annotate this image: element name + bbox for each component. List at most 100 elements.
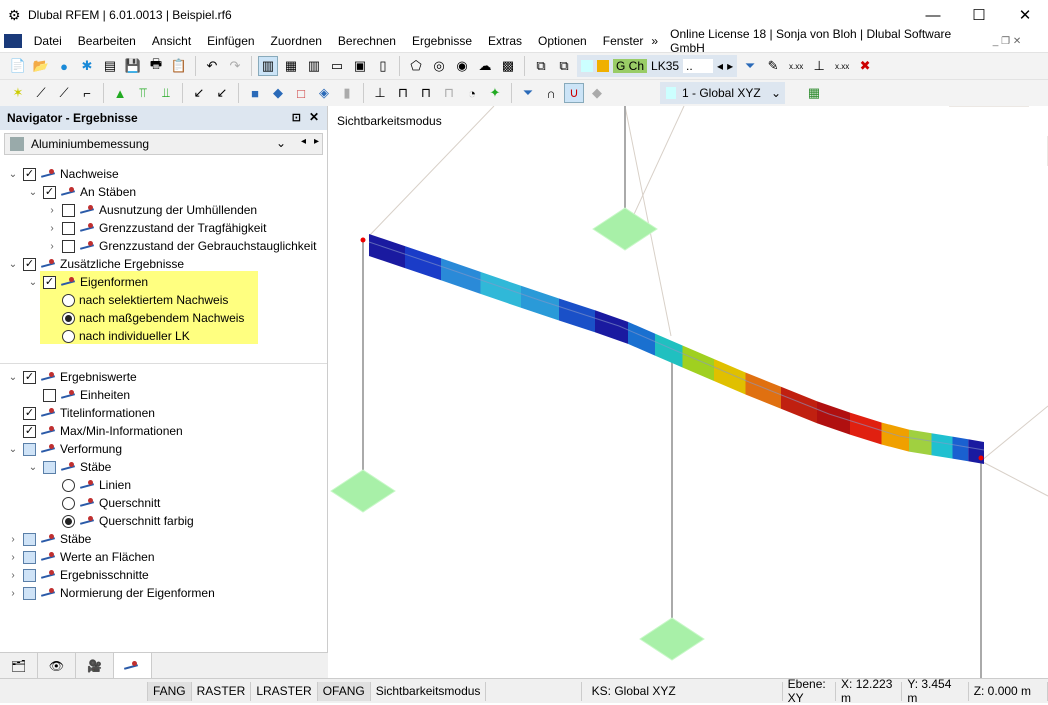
expand-toggle-icon[interactable]: ⌄ — [7, 169, 19, 180]
checkbox[interactable] — [23, 586, 36, 600]
tree-item[interactable]: ⌄ ✓ An Stäben — [27, 183, 136, 201]
surface-support-icon[interactable]: ⫫ — [156, 83, 176, 103]
prev-load-case-button[interactable]: ◂ — [717, 59, 723, 73]
lasso-icon[interactable]: ☁ — [475, 56, 495, 76]
result-prev-icon[interactable]: ⧉ — [531, 56, 551, 76]
tree-item[interactable]: › Werte an Flächen — [7, 548, 154, 566]
menu-ergebnisse[interactable]: Ergebnisse — [404, 34, 480, 48]
new-member-icon[interactable]: ⟋ — [54, 83, 74, 103]
navigator-toggle-icon[interactable]: ▥ — [258, 56, 278, 76]
tree-item[interactable]: ✓ Max/Min-Informationen — [7, 422, 183, 440]
new-polyline-icon[interactable]: ⌐ — [77, 83, 97, 103]
menu-overflow[interactable]: » — [651, 34, 662, 48]
tree-item[interactable]: Linien — [46, 476, 131, 494]
nodal-support-icon[interactable]: ▲ — [110, 83, 130, 103]
snap-icon[interactable]: ✦ — [485, 83, 505, 103]
save-icon[interactable]: 💾 — [123, 56, 143, 76]
calculator-icon[interactable]: ▦ — [804, 83, 824, 103]
menu-extras[interactable]: Extras — [480, 34, 530, 48]
radio-button[interactable] — [62, 293, 75, 307]
expand-toggle-icon[interactable]: ⌄ — [7, 372, 19, 383]
expand-toggle-icon[interactable]: ⌄ — [27, 187, 39, 198]
tree-item[interactable]: › Stäbe — [7, 530, 91, 548]
values-icon[interactable]: x.xx — [786, 56, 806, 76]
script-icon[interactable]: ▣ — [350, 56, 370, 76]
radio-button[interactable] — [62, 329, 75, 343]
tab-results-icon[interactable] — [114, 653, 152, 679]
select-circle-icon[interactable]: ◎ — [429, 56, 449, 76]
radio-button[interactable] — [62, 311, 75, 325]
tab-display-icon[interactable]: 👁 — [38, 653, 76, 679]
opening-icon[interactable]: ◆ — [268, 83, 288, 103]
line-set-icon[interactable]: ⊓ — [416, 83, 436, 103]
radio-button[interactable] — [62, 478, 75, 492]
menu-berechnen[interactable]: Berechnen — [330, 34, 404, 48]
new-node-icon[interactable]: ✶ — [8, 83, 28, 103]
expand-toggle-icon[interactable]: › — [7, 588, 19, 599]
values-off-icon[interactable]: x.xx — [832, 56, 852, 76]
nodal-load-icon[interactable]: ↙ — [189, 83, 209, 103]
solid-icon[interactable]: ■ — [245, 83, 265, 103]
load-case-dropdown[interactable]: .. — [683, 59, 714, 73]
console-icon[interactable]: ▭ — [327, 56, 347, 76]
menu-zuordnen[interactable]: Zuordnen — [263, 34, 330, 48]
status-toggle-sichtbarkeitsmodus[interactable]: Sichtbarkeitsmodus — [371, 681, 487, 701]
mode-shape-icon[interactable]: ∪ — [564, 83, 584, 103]
view-select[interactable]: 1 - Global XYZ ⌄ — [660, 82, 785, 104]
tree-item[interactable]: ⌄ ✓ Nachweise — [7, 165, 119, 183]
print-icon[interactable]: 🖶 — [146, 56, 166, 76]
line-support-icon[interactable]: ⫪ — [133, 83, 153, 103]
status-toggle-fang[interactable]: FANG — [147, 681, 192, 701]
menu-einfügen[interactable]: Einfügen — [199, 34, 262, 48]
close-button[interactable]: ✕ — [1002, 0, 1048, 30]
expand-toggle-icon[interactable]: › — [46, 241, 58, 252]
open-file-icon[interactable]: 📂 — [31, 56, 51, 76]
checkbox[interactable] — [62, 203, 75, 217]
tree-item[interactable]: Querschnitt farbig — [46, 512, 194, 530]
mdi-window-controls[interactable]: _ ❐ ✕ — [993, 36, 1048, 47]
tree-item[interactable]: › Ergebnisschnitte — [7, 566, 148, 584]
expand-toggle-icon[interactable]: › — [46, 223, 58, 234]
tree-item[interactable]: ⌄ ✓ Eigenformen — [27, 273, 148, 291]
tree-item[interactable]: Einheiten — [27, 386, 130, 404]
surface-icon[interactable]: □ — [291, 83, 311, 103]
guide-icon[interactable]: ◔ — [462, 83, 482, 103]
status-toggle-raster[interactable]: RASTER — [192, 681, 252, 701]
checkbox[interactable] — [43, 388, 56, 402]
expand-toggle-icon[interactable]: › — [7, 552, 19, 563]
tree-item[interactable]: ⌄ Stäbe — [27, 458, 112, 476]
close-results-icon[interactable]: ✖ — [855, 56, 875, 76]
menu-ansicht[interactable]: Ansicht — [144, 34, 199, 48]
select-polygon-icon[interactable]: ⬠ — [406, 56, 426, 76]
measure-icon[interactable]: ▩ — [498, 56, 518, 76]
radio-button[interactable] — [62, 514, 75, 528]
model-info-icon[interactable]: ▤ — [100, 56, 120, 76]
tree-item[interactable]: nach selektiertem Nachweis — [46, 291, 228, 309]
tree-item[interactable]: nach maßgebendem Nachweis — [46, 309, 244, 327]
results-on-icon[interactable]: ✎ — [763, 56, 783, 76]
filter-icon[interactable]: ⏷ — [740, 56, 760, 76]
status-toggle-lraster[interactable]: LRASTER — [251, 681, 318, 701]
select-target-icon[interactable]: ◉ — [452, 56, 472, 76]
section-icon[interactable]: ◈ — [314, 83, 334, 103]
properties-icon[interactable]: ▯ — [373, 56, 393, 76]
menu-datei[interactable]: Datei — [26, 34, 70, 48]
panel-icon[interactable]: ▥ — [304, 56, 324, 76]
tree-item[interactable]: ✓ Titelinformationen — [7, 404, 155, 422]
render-icon[interactable]: ◆ — [587, 83, 607, 103]
expand-toggle-icon[interactable]: › — [46, 205, 58, 216]
checkbox[interactable]: ✓ — [23, 406, 36, 420]
webservice-icon[interactable]: ✱ — [77, 56, 97, 76]
frame-icon[interactable]: ⊓ — [439, 83, 459, 103]
tab-data-icon[interactable]: 🗂 — [0, 653, 38, 679]
frame-view-icon[interactable]: ∩ — [541, 83, 561, 103]
new-file-icon[interactable]: 📄 — [8, 56, 28, 76]
member-load-icon[interactable]: ↙ — [212, 83, 232, 103]
tree-item[interactable]: › Ausnutzung der Umhüllenden — [46, 201, 257, 219]
report-icon[interactable]: 📋 — [169, 56, 189, 76]
next-load-case-button[interactable]: ▸ — [727, 59, 733, 73]
expand-toggle-icon[interactable]: › — [7, 534, 19, 545]
redo-icon[interactable]: ↷ — [225, 56, 245, 76]
checkbox[interactable] — [23, 550, 36, 564]
prev-module-button[interactable]: ◂ — [301, 136, 306, 147]
